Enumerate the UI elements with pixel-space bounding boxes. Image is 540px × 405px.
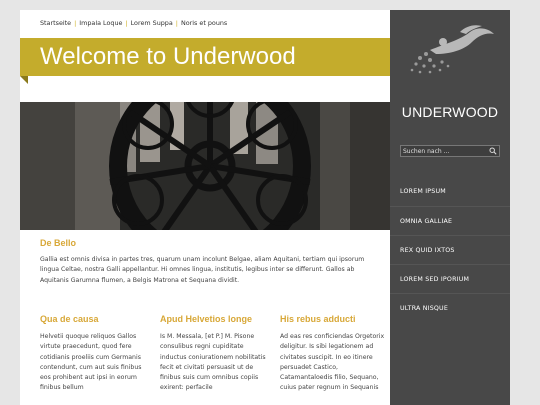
column-2-text: Is M. Messala, [et P.] M. Pisone consuli…: [160, 333, 266, 392]
rose-window-photo: [20, 102, 390, 230]
nav-item-omnia-galliae[interactable]: OMNIA GALLIAE: [390, 206, 510, 235]
breadcrumb-separator: |: [74, 19, 77, 27]
breadcrumb: Startseite | Impala Loque | Lorem Suppa | Nori…: [40, 19, 227, 27]
breadcrumb-impala-loque[interactable]: Impala Loque: [79, 19, 122, 27]
intro-heading: De Bello: [40, 238, 77, 248]
sidebar: UNDERWOOD LOREM IPSUM OMNIA GALLIAE REX …: [390, 10, 510, 405]
hero-image: [20, 102, 390, 230]
title-banner: Welcome to Underwood: [20, 38, 390, 76]
search-box: [400, 145, 500, 157]
main-content: Startseite | Impala Loque | Lorem Suppa | Nori…: [20, 10, 390, 405]
brand-name: UNDERWOOD: [401, 104, 499, 120]
swimmer-logo-icon[interactable]: [390, 20, 510, 80]
nav-item-lorem-sed-iporium[interactable]: LOREM SED IPORIUM: [390, 264, 510, 293]
breadcrumb-separator: |: [175, 19, 178, 27]
banner-fold: [20, 76, 28, 84]
column-3-text: Ad eas res conficiendas Orgetorix deligi…: [280, 333, 385, 392]
column-1: Qua de causa Helvetii quoque reliquos Ga…: [40, 314, 150, 394]
page: Startseite | Impala Loque | Lorem Suppa | Nori…: [20, 10, 510, 405]
intro-text: Gallia est omnis divisa in partes tres, …: [40, 256, 365, 284]
nav-item-ultra-nisque[interactable]: ULTRA NISQUE: [390, 293, 510, 322]
column-3-heading: His rebus adducti: [280, 314, 356, 324]
nav-item-rex-quid-ixtos[interactable]: REX QUID IXTOS: [390, 235, 510, 264]
column-1-heading: Qua de causa: [40, 314, 99, 324]
sidebar-nav: LOREM IPSUM OMNIA GALLIAE REX QUID IXTOS…: [390, 177, 510, 322]
search-icon[interactable]: [489, 147, 497, 155]
breadcrumb-separator: |: [125, 19, 128, 27]
breadcrumb-lorem-suppa[interactable]: Lorem Suppa: [131, 19, 173, 27]
breadcrumb-home[interactable]: Startseite: [40, 19, 71, 27]
intro-section: De Bello Gallia est omnis divisa in part…: [40, 238, 380, 286]
column-2: Apud Helvetios longe Is M. Messala, [et …: [160, 314, 270, 394]
column-3: His rebus adducti Ad eas res conficienda…: [280, 314, 390, 394]
column-1-text: Helvetii quoque reliquos Gallos virtute …: [40, 333, 142, 392]
nav-item-lorem-ipsum[interactable]: LOREM IPSUM: [390, 177, 510, 206]
search-input[interactable]: [403, 146, 487, 156]
breadcrumb-noris-et-pouns[interactable]: Noris et pouns: [181, 19, 227, 27]
page-title: Welcome to Underwood: [40, 43, 296, 70]
column-2-heading: Apud Helvetios longe: [160, 314, 253, 324]
